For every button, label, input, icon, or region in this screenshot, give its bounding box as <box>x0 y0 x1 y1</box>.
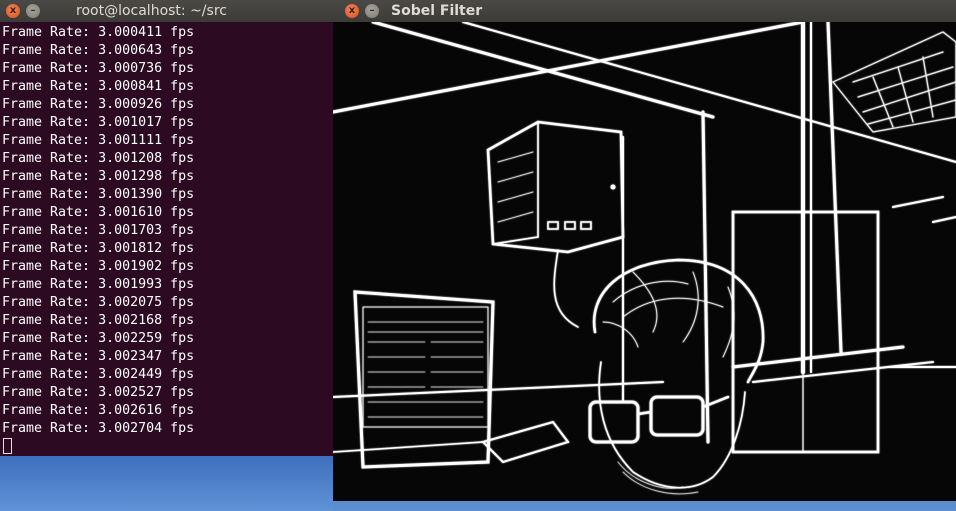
terminal-line: Frame Rate: 3.001111 fps <box>2 133 195 148</box>
terminal-line: Frame Rate: 3.001390 fps <box>2 187 195 202</box>
terminal-line: Frame Rate: 3.002449 fps <box>2 367 195 382</box>
terminal-line: Frame Rate: 3.001703 fps <box>2 223 195 238</box>
terminal-line: Frame Rate: 3.002527 fps <box>2 385 195 400</box>
terminal-title: root@localhost: ~/src <box>76 3 227 19</box>
terminal-close-button[interactable]: x <box>6 4 20 18</box>
terminal-output: Frame Rate: 3.000411 fps Frame Rate: 3.00… <box>0 22 333 456</box>
terminal-line: Frame Rate: 3.001298 fps <box>2 169 195 184</box>
terminal-line: Frame Rate: 3.002347 fps <box>2 349 195 364</box>
minimize-icon: – <box>369 5 375 16</box>
sobel-close-button[interactable]: x <box>345 4 359 18</box>
terminal-line: Frame Rate: 3.000411 fps <box>2 25 195 40</box>
desktop-background <box>0 456 333 511</box>
terminal-line: Frame Rate: 3.001993 fps <box>2 277 195 292</box>
close-icon: x <box>9 5 17 16</box>
terminal-titlebar[interactable]: x – root@localhost: ~/src <box>0 0 333 22</box>
minimize-icon: – <box>30 5 36 16</box>
terminal-content[interactable]: Frame Rate: 3.000411 fps Frame Rate: 3.00… <box>0 22 333 456</box>
terminal-line: Frame Rate: 3.002616 fps <box>2 403 195 418</box>
edge-detection-frame <box>333 22 956 501</box>
sobel-filter-image <box>333 22 956 501</box>
terminal-line: Frame Rate: 3.000926 fps <box>2 97 195 112</box>
terminal-cursor <box>3 438 12 454</box>
terminal-line: Frame Rate: 3.001610 fps <box>2 205 195 220</box>
terminal-line: Frame Rate: 3.001208 fps <box>2 151 195 166</box>
terminal-line: Frame Rate: 3.002704 fps <box>2 421 195 436</box>
terminal-line: Frame Rate: 3.000841 fps <box>2 79 195 94</box>
terminal-prompt-line <box>2 438 333 456</box>
close-icon: x <box>348 5 356 16</box>
sobel-window-title: Sobel Filter <box>391 3 483 19</box>
terminal-minimize-button[interactable]: – <box>26 4 40 18</box>
terminal-line: Frame Rate: 3.001812 fps <box>2 241 195 256</box>
terminal-line: Frame Rate: 3.000643 fps <box>2 43 195 58</box>
terminal-line: Frame Rate: 3.002075 fps <box>2 295 195 310</box>
terminal-line: Frame Rate: 3.001017 fps <box>2 115 195 130</box>
sobel-minimize-button[interactable]: – <box>365 4 379 18</box>
terminal-line: Frame Rate: 3.002168 fps <box>2 313 195 328</box>
terminal-line: Frame Rate: 3.002259 fps <box>2 331 195 346</box>
sobel-window-titlebar[interactable]: x – Sobel Filter <box>333 0 956 22</box>
terminal-line: Frame Rate: 3.001902 fps <box>2 259 195 274</box>
terminal-line: Frame Rate: 3.000736 fps <box>2 61 195 76</box>
